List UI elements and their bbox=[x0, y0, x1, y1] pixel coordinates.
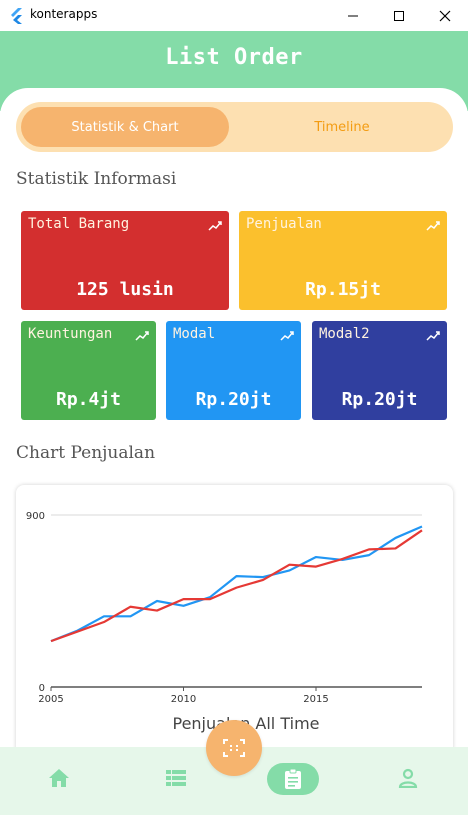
card-value: Rp.4jt bbox=[55, 389, 122, 410]
series-line bbox=[50, 525, 423, 643]
minimize-button[interactable] bbox=[330, 0, 376, 31]
sales-line-chart: 09002005 2010 2015 Penjualan All Time bbox=[26, 511, 423, 733]
card-label: Keuntungan bbox=[28, 326, 113, 342]
nav-list[interactable] bbox=[156, 763, 196, 793]
series-line bbox=[50, 529, 423, 643]
clipboard-icon bbox=[285, 768, 301, 789]
x-tick-label: 2005 bbox=[38, 694, 63, 705]
y-tick-label: 900 bbox=[26, 511, 45, 522]
nav-orders[interactable] bbox=[267, 763, 319, 795]
trending-up-icon bbox=[208, 221, 222, 231]
list-icon bbox=[166, 770, 186, 786]
x-tick-label: 2010 bbox=[171, 694, 196, 705]
window-titlebar: konterapps bbox=[0, 0, 468, 31]
card-keuntungan[interactable]: Keuntungan Rp.4jt bbox=[21, 321, 156, 420]
y-tick-label: 0 bbox=[39, 683, 45, 694]
card-label: Total Barang bbox=[28, 216, 130, 232]
chart-section-title: Chart Penjualan bbox=[16, 443, 156, 463]
x-tick-label: 2015 bbox=[303, 694, 328, 705]
trending-up-icon bbox=[280, 331, 294, 341]
card-penjualan[interactable]: Penjualan Rp.15jt bbox=[239, 211, 447, 310]
stats-section-title: Statistik Informasi bbox=[16, 169, 177, 189]
tab-statistik-chart[interactable]: Statistik & Chart bbox=[21, 107, 229, 147]
maximize-icon bbox=[394, 10, 404, 21]
card-value: Rp.20jt bbox=[195, 389, 272, 410]
home-icon bbox=[49, 769, 69, 787]
page-title: List Order bbox=[165, 45, 303, 70]
card-modal[interactable]: Modal Rp.20jt bbox=[166, 321, 301, 420]
tab-timeline[interactable]: Timeline bbox=[242, 107, 442, 147]
person-icon bbox=[398, 768, 418, 788]
card-label: Modal bbox=[173, 326, 216, 342]
card-modal2[interactable]: Modal2 Rp.20jt bbox=[312, 321, 447, 420]
flutter-logo-icon bbox=[11, 8, 22, 24]
card-value: 125 lusin bbox=[76, 279, 174, 300]
scan-fab-button[interactable] bbox=[206, 720, 262, 776]
card-label: Penjualan bbox=[246, 216, 322, 232]
card-label: Modal2 bbox=[319, 326, 370, 342]
nav-home[interactable] bbox=[39, 763, 79, 793]
minimize-icon bbox=[348, 15, 358, 16]
card-total-barang[interactable]: Total Barang 125 lusin bbox=[21, 211, 229, 310]
card-value: Rp.20jt bbox=[341, 389, 418, 410]
trending-up-icon bbox=[426, 221, 440, 231]
trending-up-icon bbox=[135, 331, 149, 341]
chart-card: 0 900 2005 2010 2015 Penjualan All Time bbox=[16, 485, 453, 755]
nav-profile[interactable] bbox=[388, 763, 428, 793]
card-value: Rp.15jt bbox=[305, 279, 381, 300]
trending-up-icon bbox=[426, 331, 440, 341]
scan-frame-icon bbox=[223, 739, 245, 757]
close-icon bbox=[439, 10, 451, 21]
window-title: konterapps bbox=[30, 7, 98, 21]
maximize-button[interactable] bbox=[376, 0, 422, 31]
close-button[interactable] bbox=[422, 0, 468, 31]
